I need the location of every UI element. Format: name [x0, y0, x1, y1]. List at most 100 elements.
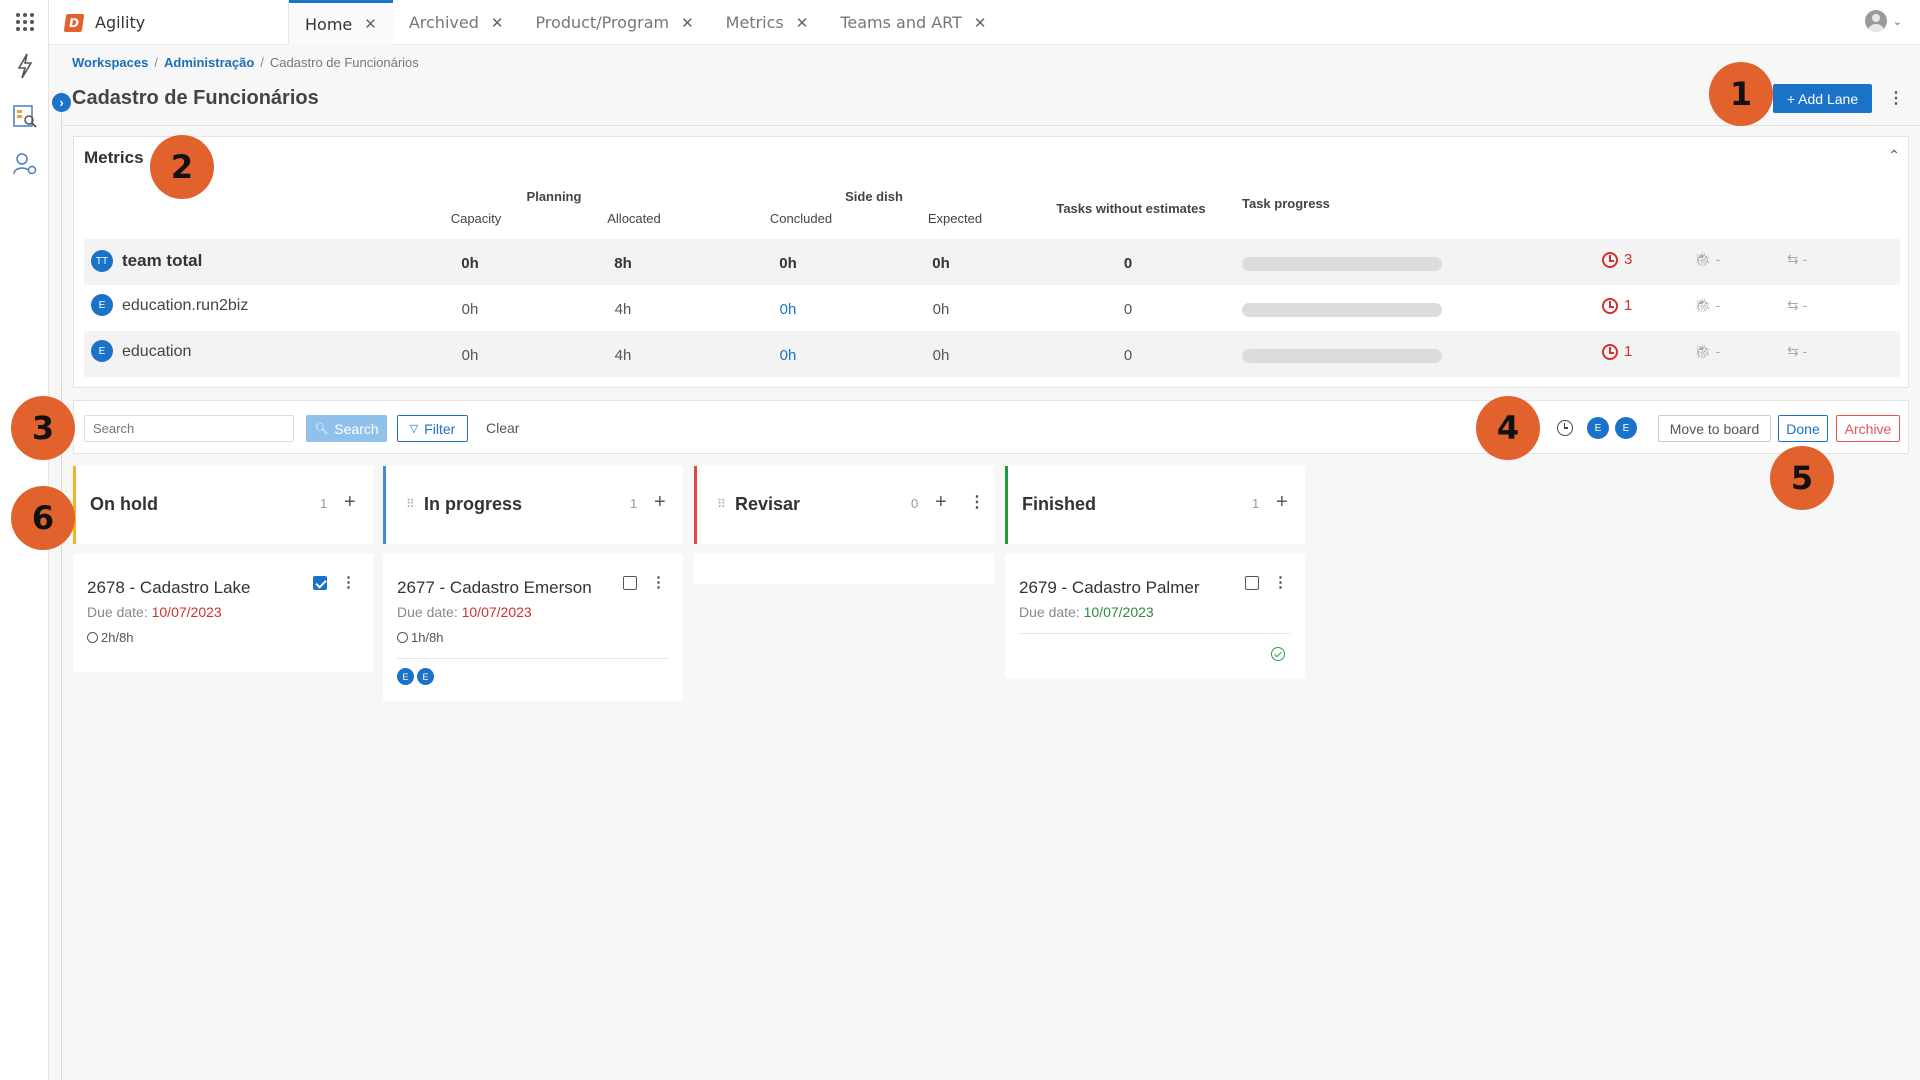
assignee-filter-avatar[interactable]: E [1615, 417, 1637, 439]
card-divider [397, 658, 669, 659]
bug-count[interactable]: 🐞︎ - [1694, 343, 1720, 360]
drag-handle-icon[interactable]: ⠿ [406, 497, 415, 511]
tab-home[interactable]: Home ✕ [289, 0, 393, 45]
member-badge: E [91, 340, 113, 362]
tab-teams-and-art[interactable]: Teams and ART ✕ [824, 0, 1002, 45]
apps-grid-icon[interactable] [0, 0, 49, 44]
archive-button[interactable]: Archive [1836, 415, 1900, 442]
rework-count[interactable]: ⇆ - [1787, 297, 1807, 314]
lane-title: Revisar [735, 494, 801, 514]
close-tab-icon[interactable]: ✕ [974, 14, 987, 32]
user-menu[interactable]: ⌄ [1864, 10, 1902, 32]
concluded-header: Concluded [769, 211, 833, 226]
filter-button[interactable]: ▽ Filter [397, 415, 468, 442]
concluded-link[interactable]: 0h [748, 347, 828, 364]
lane-in-progress[interactable]: ⠿ In progress 1 + [383, 466, 683, 544]
search-input[interactable] [84, 415, 294, 442]
card-due-date: Due date: 10/07/2023 [87, 604, 222, 620]
callout-marker-3: 3 [11, 396, 75, 460]
task-card[interactable]: 2679 - Cadastro Palmer ⋮ Due date: 10/07… [1005, 554, 1305, 678]
tab-archived[interactable]: Archived ✕ [393, 0, 520, 45]
board-search-icon[interactable] [0, 94, 49, 138]
more-options-icon[interactable]: ⋮ [1888, 88, 1904, 108]
member-badge: E [91, 294, 113, 316]
rework-count[interactable]: ⇆ - [1787, 343, 1807, 360]
move-to-board-button[interactable]: Move to board [1658, 415, 1771, 442]
task-card[interactable]: 2677 - Cadastro Emerson ⋮ Due date: 10/0… [383, 554, 683, 701]
add-card-icon[interactable]: + [1276, 491, 1288, 514]
lane-options-icon[interactable]: ⋮ [969, 492, 985, 512]
task-progress-bar [1242, 349, 1442, 363]
breadcrumb: Workspaces / Administração / Cadastro de Fun… [72, 55, 419, 70]
lane-revisar[interactable]: ⠿ Revisar 0 + ⋮ [694, 466, 994, 544]
user-settings-icon[interactable] [0, 142, 49, 186]
search-icon: 🔍︎ [314, 423, 329, 435]
clear-button[interactable]: Clear [486, 420, 519, 436]
lane-finished[interactable]: Finished 1 + [1005, 466, 1305, 544]
card-checkbox[interactable] [313, 576, 327, 590]
bug-count[interactable]: 🐞︎ - [1694, 251, 1720, 268]
capacity-value: 0h [461, 347, 479, 364]
card-assignee-avatar[interactable]: E [417, 668, 434, 685]
tab-metrics[interactable]: Metrics ✕ [710, 0, 825, 45]
agility-logo-icon: D [63, 13, 85, 32]
capacity-value: 0h [461, 255, 479, 272]
lane-title: In progress [424, 494, 523, 514]
metrics-panel: Metrics ⌃ Planning Side dish Capacity Al… [73, 136, 1909, 388]
card-checkbox[interactable] [1245, 576, 1259, 590]
add-card-icon[interactable]: + [935, 491, 947, 514]
drag-handle-icon[interactable]: ⠿ [717, 497, 726, 511]
no-estimates-value: 0 [1123, 301, 1133, 318]
chevron-up-icon[interactable]: ⌃ [1888, 147, 1900, 164]
bug-icon: 🐞︎ [1694, 343, 1712, 359]
task-card[interactable]: 2678 - Cadastro Lake ⋮ Due date: 10/07/2… [73, 554, 373, 672]
card-options-icon[interactable]: ⋮ [341, 573, 356, 591]
breadcrumb-administracao[interactable]: Administração [164, 55, 254, 70]
rework-count[interactable]: ⇆ - [1787, 251, 1807, 268]
allocated-value: 8h [614, 255, 632, 272]
card-divider [1019, 633, 1291, 634]
close-tab-icon[interactable]: ✕ [796, 14, 809, 32]
close-tab-icon[interactable]: ✕ [681, 14, 694, 32]
card-title: 2679 - Cadastro Palmer [1019, 578, 1200, 597]
overdue-count[interactable]: 1 [1602, 343, 1632, 360]
capacity-header: Capacity [450, 211, 502, 226]
callout-marker-1: 1 [1709, 62, 1773, 126]
breadcrumb-workspaces[interactable]: Workspaces [72, 55, 148, 70]
expand-sidebar-icon[interactable]: › [52, 93, 71, 112]
metrics-row-member: E education.run2biz 0h 4h 0h 0h 0 1 🐞︎ -… [84, 285, 1900, 331]
concluded-link[interactable]: 0h [748, 301, 828, 318]
overdue-count[interactable]: 1 [1602, 297, 1632, 314]
bug-icon: 🐞︎ [1694, 297, 1712, 313]
card-checkbox[interactable] [623, 576, 637, 590]
overdue-count[interactable]: 3 [1602, 251, 1632, 268]
card-options-icon[interactable]: ⋮ [1273, 573, 1288, 591]
lane-count: 1 [320, 496, 328, 511]
add-card-icon[interactable]: + [654, 491, 666, 514]
close-tab-icon[interactable]: ✕ [364, 15, 377, 33]
metrics-row-name: team total [122, 251, 203, 270]
clock-icon[interactable] [1557, 420, 1573, 436]
avatar [1864, 10, 1887, 32]
card-title: 2678 - Cadastro Lake [87, 578, 251, 597]
bug-count[interactable]: 🐞︎ - [1694, 297, 1720, 314]
lane-on-hold[interactable]: On hold 1 + [73, 466, 373, 544]
metrics-title: Metrics [84, 148, 144, 167]
card-assignee-avatar[interactable]: E [397, 668, 414, 685]
add-lane-button[interactable]: + Add Lane [1773, 84, 1872, 113]
add-card-icon[interactable]: + [344, 491, 356, 514]
app-brand[interactable]: D Agility [49, 0, 289, 45]
tab-product-program[interactable]: Product/Program ✕ [519, 0, 709, 45]
allocated-value: 4h [614, 301, 632, 318]
search-button[interactable]: 🔍︎ Search [306, 415, 387, 442]
expected-value: 0h [932, 347, 950, 364]
metrics-row-member: E education 0h 4h 0h 0h 0 1 🐞︎ - ⇆ - [84, 331, 1900, 377]
tab-bar: Home ✕ Archived ✕ Product/Program ✕ Metrics… [289, 0, 1002, 45]
close-tab-icon[interactable]: ✕ [491, 14, 504, 32]
page-title: Cadastro de Funcionários [72, 87, 319, 109]
clock-icon [397, 632, 408, 643]
lightning-icon[interactable] [0, 44, 49, 88]
card-options-icon[interactable]: ⋮ [651, 573, 666, 591]
done-button[interactable]: Done [1778, 415, 1828, 442]
assignee-filter-avatar[interactable]: E [1587, 417, 1609, 439]
